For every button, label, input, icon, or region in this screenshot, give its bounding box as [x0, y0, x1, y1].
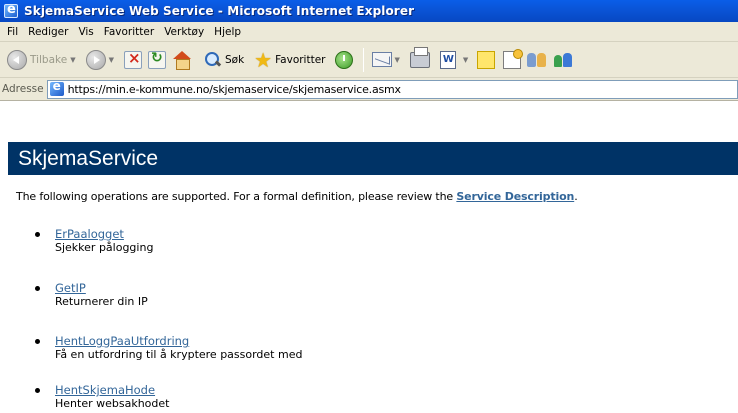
back-button[interactable]: Tilbake ▼: [4, 46, 83, 74]
star-icon: ★: [254, 47, 273, 72]
mail-dropdown-icon[interactable]: ▼: [395, 56, 400, 64]
address-bar: Adresse https://min.e-kommune.no/skjemas…: [0, 78, 738, 101]
page-heading-band: SkjemaService: [8, 142, 738, 175]
edit-in-word-icon[interactable]: [439, 50, 456, 69]
forward-arrow-icon: [85, 49, 106, 70]
intro-text: The following operations are supported. …: [16, 190, 578, 203]
address-url[interactable]: https://min.e-kommune.no/skjemaservice/s…: [68, 83, 401, 96]
toolbar-separator: [362, 47, 364, 72]
back-dropdown-icon[interactable]: ▼: [70, 56, 75, 64]
intro-prefix: The following operations are supported. …: [16, 190, 457, 203]
bullet-icon: [35, 388, 40, 393]
favorites-label: Favoritter: [275, 53, 326, 66]
menu-favorites[interactable]: Favoritter: [99, 26, 159, 38]
refresh-icon[interactable]: [147, 50, 166, 69]
address-label: Adresse: [2, 83, 44, 95]
service-description-link[interactable]: Service Description: [456, 190, 574, 203]
menu-view[interactable]: Vis: [73, 26, 98, 38]
search-button[interactable]: Søk: [195, 46, 247, 74]
operation-description: Sjekker pålogging: [55, 241, 154, 254]
address-input[interactable]: https://min.e-kommune.no/skjemaservice/s…: [46, 79, 738, 99]
page-title: SkjemaService: [18, 146, 159, 170]
intro-suffix: .: [574, 190, 578, 203]
bullet-icon: [35, 232, 40, 237]
operation-description: Få en utfordring til å kryptere passorde…: [55, 348, 303, 361]
forward-dropdown-icon[interactable]: ▼: [109, 56, 114, 64]
research-icon[interactable]: [503, 48, 524, 69]
note-icon[interactable]: [477, 50, 496, 69]
print-icon[interactable]: [409, 46, 430, 68]
operation-description: Henter websakhodet: [55, 397, 170, 410]
messenger-icon[interactable]: [527, 51, 547, 69]
favorites-button[interactable]: ★ Favoritter: [247, 46, 328, 74]
page-icon: [49, 79, 64, 96]
page-content: SkjemaService The following operations a…: [0, 101, 738, 413]
operation-link[interactable]: HentLoggPaaUtfordring: [55, 334, 189, 348]
contacts-icon[interactable]: [553, 51, 575, 69]
operation-description: Returnerer din IP: [55, 295, 148, 308]
operation-link[interactable]: HentSkjemaHode: [55, 383, 155, 397]
back-label: Tilbake: [30, 53, 68, 66]
forward-button[interactable]: ▼: [83, 46, 121, 74]
menu-help[interactable]: Hjelp: [209, 26, 246, 38]
title-bar: SkjemaService Web Service - Microsoft In…: [0, 0, 738, 22]
home-icon[interactable]: [172, 50, 192, 70]
edit-dropdown-icon[interactable]: ▼: [463, 56, 468, 64]
window-title: SkjemaService Web Service - Microsoft In…: [24, 4, 415, 18]
menu-edit[interactable]: Rediger: [23, 26, 73, 38]
toolbar: Tilbake ▼ ▼ Søk ★ Favoritter ▼ ▼: [0, 42, 738, 78]
menu-tools[interactable]: Verktøy: [159, 26, 209, 38]
menu-bar: Fil Rediger Vis Favoritter Verktøy Hjelp: [0, 22, 738, 42]
operation-link[interactable]: ErPaalogget: [55, 227, 124, 241]
search-label: Søk: [224, 53, 245, 66]
history-icon[interactable]: [334, 50, 353, 69]
operation-link[interactable]: GetIP: [55, 281, 86, 295]
menu-file[interactable]: Fil: [2, 26, 23, 38]
mail-icon[interactable]: [371, 52, 392, 67]
stop-icon[interactable]: [123, 49, 142, 69]
bullet-icon: [35, 286, 40, 291]
search-icon: [204, 51, 222, 69]
internet-explorer-icon: [4, 2, 18, 18]
bullet-icon: [35, 339, 40, 344]
back-arrow-icon: [7, 49, 27, 70]
